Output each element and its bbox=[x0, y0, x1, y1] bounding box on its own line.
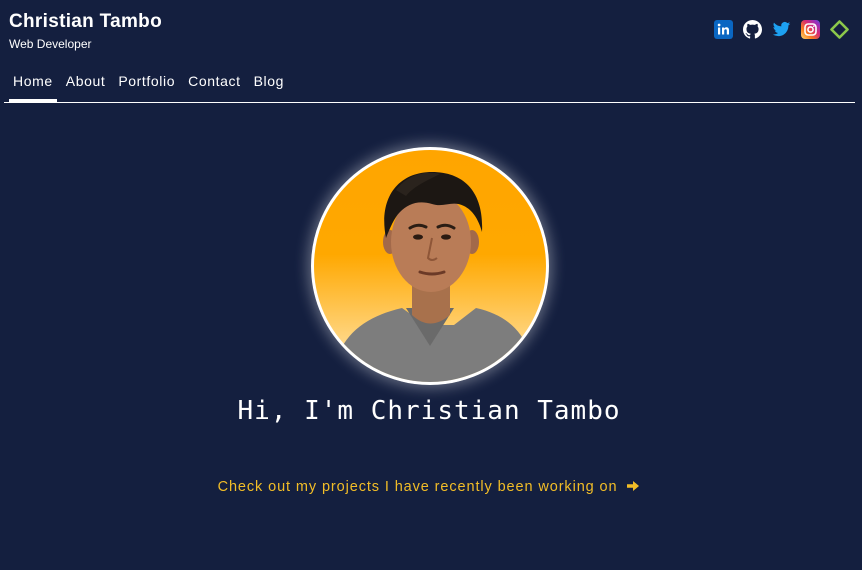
nav-item-blog[interactable]: Blog bbox=[250, 63, 288, 92]
twitter-icon[interactable] bbox=[772, 20, 791, 39]
instagram-icon[interactable] bbox=[801, 20, 820, 39]
projects-link-label[interactable]: Check out my projects I have recently be… bbox=[218, 479, 618, 495]
profile-photo bbox=[311, 147, 549, 385]
github-icon[interactable] bbox=[743, 20, 762, 39]
arrow-right-icon[interactable] bbox=[626, 480, 640, 496]
social-links bbox=[714, 20, 849, 39]
codepen-icon[interactable] bbox=[830, 20, 849, 39]
hero-title: Hi, I'm Christian Tambo bbox=[237, 396, 621, 426]
page: Christian Tambo Web Developer Home About… bbox=[0, 0, 862, 570]
projects-link[interactable]: Check out my projects I have recently be… bbox=[0, 479, 858, 496]
brand-name[interactable]: Christian Tambo bbox=[9, 11, 162, 33]
nav-item-portfolio[interactable]: Portfolio bbox=[114, 63, 179, 92]
portrait-illustration bbox=[332, 172, 536, 382]
nav-item-contact[interactable]: Contact bbox=[184, 63, 244, 92]
main-nav: Home About Portfolio Contact Blog bbox=[4, 63, 855, 103]
brand: Christian Tambo Web Developer bbox=[9, 11, 162, 51]
linkedin-icon[interactable] bbox=[714, 20, 733, 39]
nav-item-home[interactable]: Home bbox=[9, 63, 57, 102]
brand-subtitle: Web Developer bbox=[9, 37, 92, 51]
nav-item-about[interactable]: About bbox=[62, 63, 110, 92]
